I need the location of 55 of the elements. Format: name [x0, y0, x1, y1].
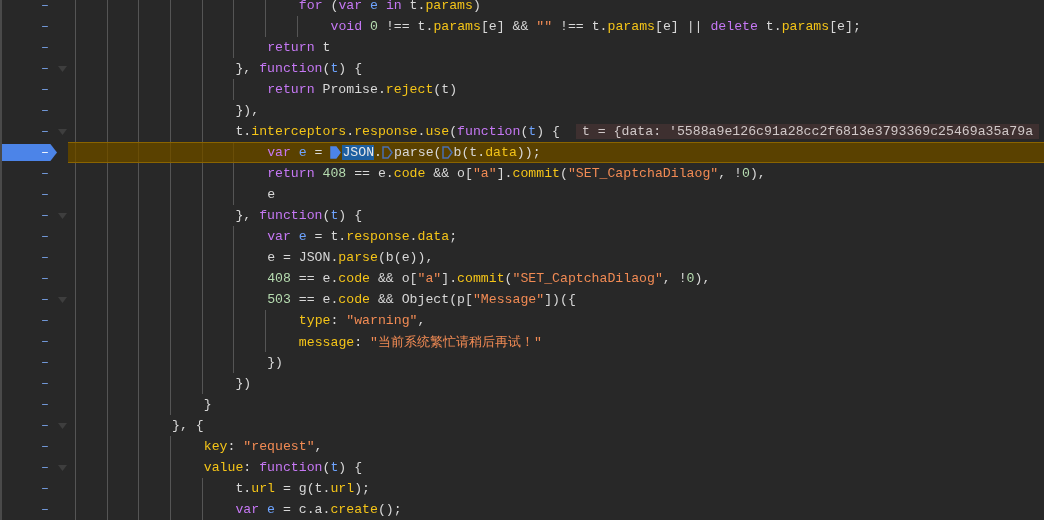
line-number[interactable]: – — [2, 331, 57, 352]
code-text: var e = t.response.data; — [267, 229, 458, 244]
line-number[interactable]: – — [2, 499, 57, 520]
line-number[interactable]: – — [2, 16, 57, 37]
code-text: return Promise.reject(t) — [267, 82, 458, 97]
code-text: e — [267, 187, 276, 202]
line-number[interactable]: – — [2, 205, 57, 226]
code-text: key: "request", — [203, 439, 323, 454]
line-number[interactable]: – — [2, 247, 57, 268]
line-number[interactable]: – — [2, 100, 57, 121]
line-number[interactable]: – — [2, 289, 57, 310]
line-number[interactable]: – — [2, 163, 57, 184]
execution-marker-icon[interactable] — [382, 146, 394, 159]
line-number[interactable]: – — [2, 268, 57, 289]
execution-marker-icon[interactable] — [441, 146, 453, 159]
code-text: void 0 !== t.params[e] && "" !== t.params[e] || delete t.params[e]; — [330, 19, 861, 34]
code-text: t.url = g(t.url); — [235, 481, 370, 496]
line-number[interactable]: – — [2, 415, 57, 436]
code-text: }, { — [172, 418, 204, 433]
line-number[interactable]: – — [2, 457, 57, 478]
code-text: }) — [267, 355, 283, 370]
breakpoint-marker[interactable]: – — [2, 142, 57, 163]
code-text: } — [203, 397, 212, 412]
code-text: message: "当前系统繁忙请稍后再试！" — [298, 333, 542, 351]
line-number[interactable]: – — [2, 478, 57, 499]
code-text: b(t.data)); — [453, 145, 541, 160]
line-number[interactable]: – — [2, 37, 57, 58]
code-text: t.interceptors.response.use(function(t) { — [235, 124, 560, 139]
code-text: }, function(t) { — [235, 61, 363, 76]
line-number[interactable]: – — [2, 184, 57, 205]
line-number[interactable]: – — [2, 79, 57, 100]
code-text: var e = c.a.create(); — [235, 502, 402, 517]
code-text: return t — [267, 40, 331, 55]
code-text: return 408 == e.code && o["a"].commit("SET_CaptchaDilaog", !0), — [267, 166, 766, 181]
code-text: }) — [235, 376, 252, 391]
code-text: parse( — [394, 145, 442, 160]
line-number[interactable]: – — [2, 0, 57, 16]
code-text: 408 == e.code && o["a"].commit("SET_CaptchaDilaog", !0), — [267, 271, 711, 286]
code-text: var e = — [267, 145, 324, 160]
inline-value: t = {data: '5588a9e126c91a28cc2f6813e3793369c25469a35a79a — [575, 124, 1040, 139]
line-number[interactable]: – — [2, 121, 57, 142]
line-number[interactable]: – — [2, 58, 57, 79]
line-number[interactable]: – — [2, 352, 57, 373]
line-number[interactable]: – — [2, 310, 57, 331]
line-number[interactable]: – — [2, 394, 57, 415]
line-number[interactable]: – — [2, 373, 57, 394]
code-text: value: function(t) { — [203, 460, 363, 475]
code-text: }, function(t) { — [235, 208, 363, 223]
code-text: for (var e in t.params) — [298, 0, 481, 13]
code-text: 503 == e.code && Object(p["Message"])({ — [267, 292, 576, 307]
code-text: type: "warning", — [298, 313, 426, 328]
code-text: }), — [235, 103, 260, 118]
code-text: e = JSON.parse(b(e)), — [267, 250, 434, 265]
line-number[interactable]: – — [2, 436, 57, 457]
line-number[interactable]: – — [2, 226, 57, 247]
